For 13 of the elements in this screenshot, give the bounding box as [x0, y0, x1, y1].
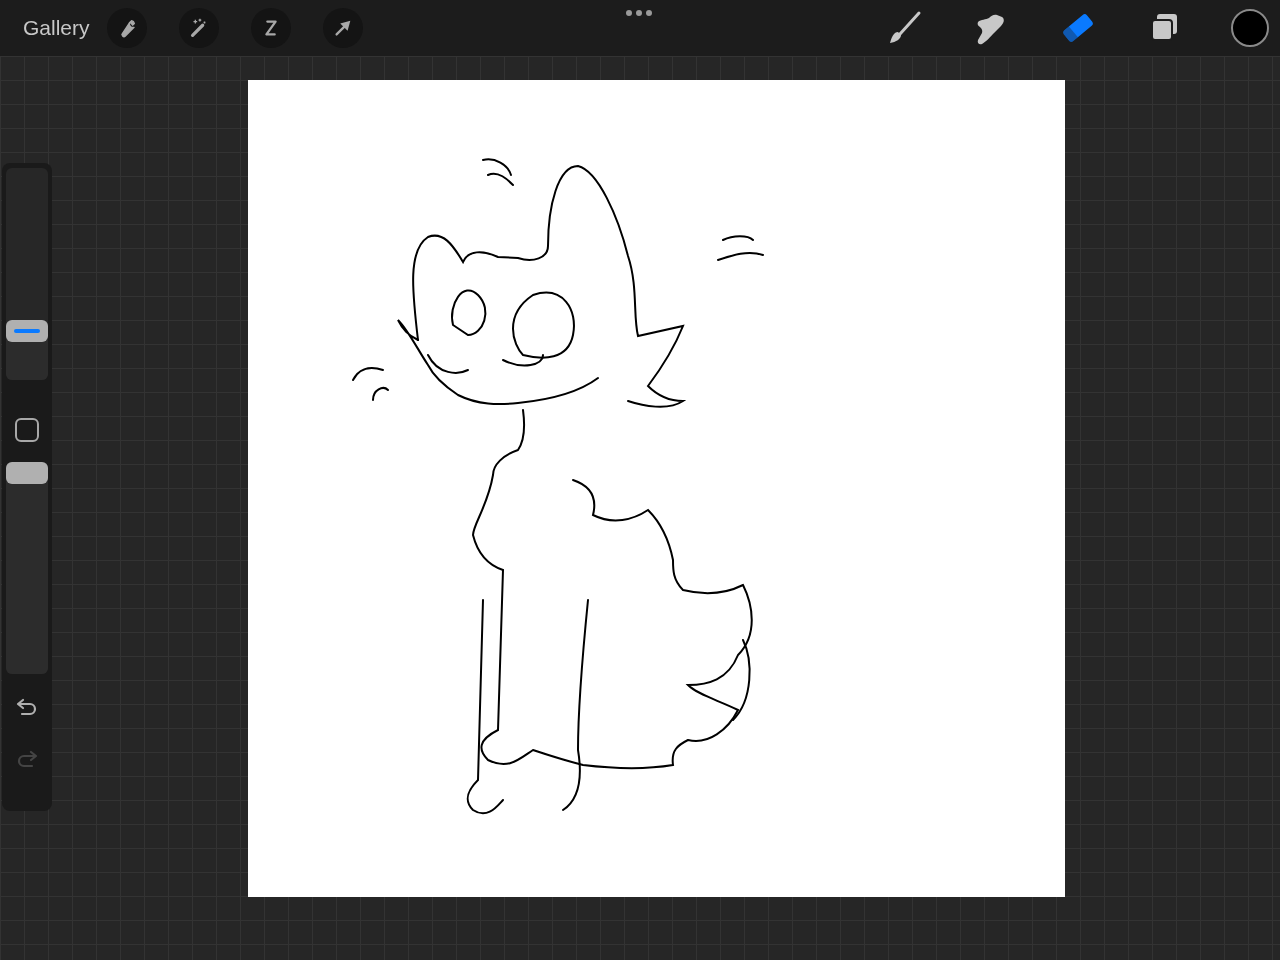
wand-button[interactable] — [178, 8, 219, 48]
gallery-button[interactable]: Gallery — [23, 12, 90, 44]
wrench-button[interactable] — [106, 8, 147, 48]
selection-button[interactable] — [250, 8, 291, 48]
more-dots-icon[interactable] — [625, 9, 654, 17]
modify-button[interactable] — [15, 418, 39, 442]
slider-thumb[interactable] — [6, 320, 48, 342]
redo-icon — [15, 749, 39, 769]
undo-icon — [15, 697, 39, 717]
slider-thumb[interactable] — [6, 462, 48, 484]
brush-size-slider[interactable] — [6, 168, 48, 380]
transform-button[interactable] — [322, 8, 363, 48]
color-swatch[interactable] — [1231, 9, 1269, 47]
